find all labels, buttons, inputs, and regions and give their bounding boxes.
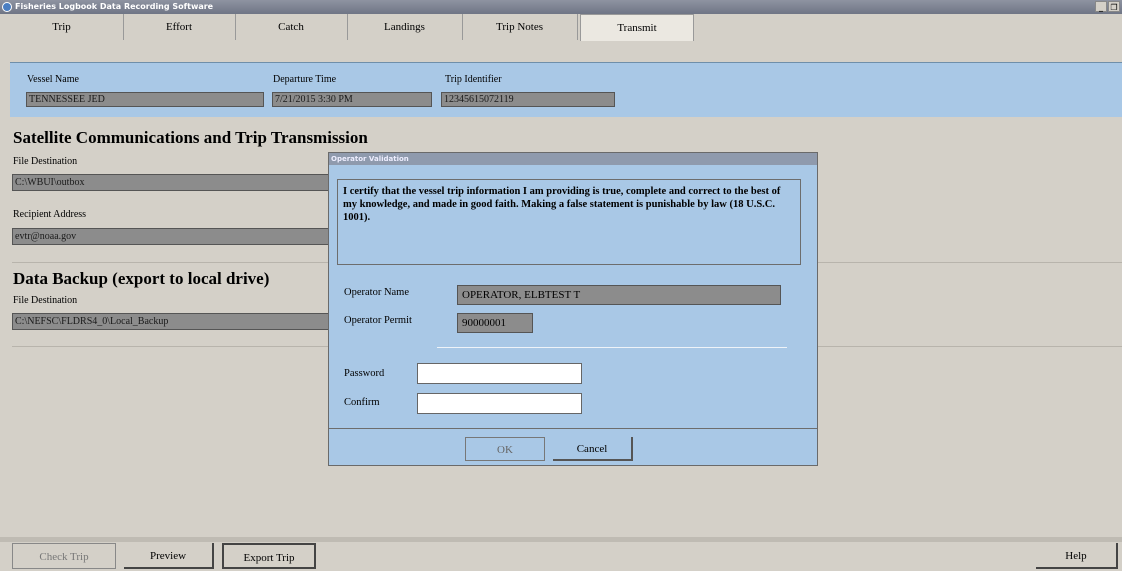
- operator-permit-label: Operator Permit: [344, 315, 412, 326]
- dialog-separator: [437, 347, 787, 348]
- preview-button[interactable]: Preview: [124, 543, 214, 569]
- departure-time-field: 7/21/2015 3:30 PM: [272, 92, 432, 107]
- recipient-address-label: Recipient Address: [13, 209, 87, 220]
- vessel-name-label: Vessel Name: [27, 74, 79, 85]
- window-title: Fisheries Logbook Data Recording Softwar…: [15, 2, 214, 11]
- operator-validation-dialog: Operator Validation I certify that the v…: [328, 152, 818, 466]
- satellite-file-destination-label: File Destination: [13, 156, 78, 167]
- restore-button[interactable]: ❐: [1108, 1, 1120, 12]
- tab-bar: Trip Effort Catch Landings Trip Notes Tr…: [0, 14, 1122, 41]
- window-controls: _ ❐: [1095, 1, 1120, 12]
- operator-permit-field: 90000001: [457, 313, 533, 333]
- ok-button[interactable]: OK: [465, 437, 545, 461]
- satellite-section-title: Satellite Communications and Trip Transm…: [13, 128, 368, 147]
- operator-name-label: Operator Name: [344, 287, 410, 298]
- globe-icon: [2, 2, 12, 12]
- export-trip-button[interactable]: Export Trip: [222, 543, 316, 569]
- password-label: Password: [344, 368, 385, 379]
- cancel-button[interactable]: Cancel: [553, 437, 633, 461]
- tab-trip[interactable]: Trip: [0, 14, 124, 40]
- trip-identifier-label: Trip Identifier: [445, 74, 502, 85]
- recipient-address-field[interactable]: evtr@noaa.gov: [12, 228, 330, 245]
- bottom-separator: [0, 537, 1122, 542]
- confirm-label: Confirm: [344, 397, 380, 408]
- certification-statement: I certify that the vessel trip informati…: [337, 179, 801, 265]
- tab-landings[interactable]: Landings: [347, 14, 463, 40]
- tab-catch[interactable]: Catch: [235, 14, 348, 40]
- satellite-file-destination-field[interactable]: C:\WBUI\outbox: [12, 174, 330, 191]
- vessel-info-panel: Vessel Name TENNESSEE JED Departure Time…: [10, 62, 1122, 117]
- tab-trip-notes[interactable]: Trip Notes: [462, 14, 578, 40]
- window-titlebar: Fisheries Logbook Data Recording Softwar…: [0, 0, 1122, 14]
- password-input[interactable]: [417, 363, 582, 384]
- check-trip-button[interactable]: Check Trip: [12, 543, 116, 569]
- operator-name-field: OPERATOR, ELBTEST T: [457, 285, 781, 305]
- backup-file-destination-label: File Destination: [13, 295, 78, 306]
- tab-effort[interactable]: Effort: [123, 14, 236, 40]
- tab-transmit[interactable]: Transmit: [580, 14, 694, 41]
- backup-section-title: Data Backup (export to local drive): [13, 269, 270, 288]
- dialog-title: Operator Validation: [329, 153, 817, 165]
- backup-file-destination-field[interactable]: C:\NEFSC\FLDRS4_0\Local_Backup: [12, 313, 330, 330]
- help-button[interactable]: Help: [1036, 543, 1118, 569]
- vessel-name-field: TENNESSEE JED: [26, 92, 264, 107]
- trip-identifier-field: 12345615072119: [441, 92, 615, 107]
- minimize-button[interactable]: _: [1095, 1, 1107, 12]
- dialog-footer: OK Cancel: [329, 428, 817, 466]
- departure-time-label: Departure Time: [273, 74, 337, 85]
- confirm-password-input[interactable]: [417, 393, 582, 414]
